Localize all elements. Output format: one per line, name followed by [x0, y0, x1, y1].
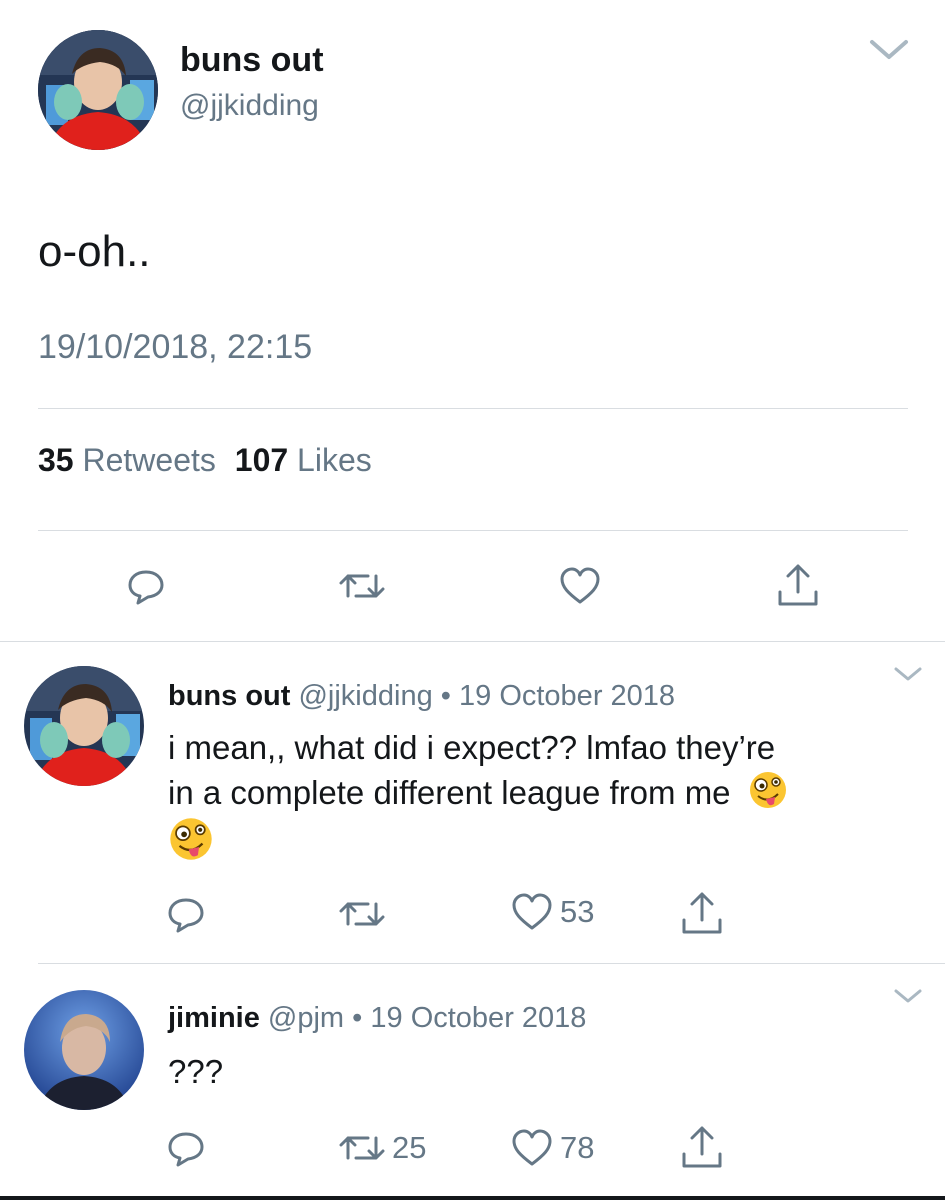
reply-text: ???: [168, 1053, 224, 1090]
like-count: 78: [560, 1130, 595, 1165]
retweet-icon[interactable]: [338, 894, 386, 934]
reply-display-name[interactable]: jiminie: [168, 1002, 260, 1034]
avatar[interactable]: [38, 30, 158, 150]
reply-text-line: in a complete different league from me: [168, 770, 908, 821]
retweet-button[interactable]: 25: [338, 1128, 426, 1168]
reply-header: jiminie @pjm • 19 October 2018: [168, 1000, 586, 1036]
like-button[interactable]: 78: [510, 1128, 594, 1168]
reply-text-line2: in a complete different league from me: [168, 774, 731, 811]
chevron-down-icon[interactable]: [892, 664, 924, 684]
zany-face-emoji: [168, 816, 214, 867]
like-icon: [510, 892, 554, 932]
reply-avatar[interactable]: [24, 990, 144, 1110]
handle[interactable]: @jjkidding: [180, 88, 319, 124]
reply-icon[interactable]: [166, 894, 206, 934]
reply-icon[interactable]: [166, 1128, 206, 1168]
reply-handle[interactable]: @pjm: [268, 1002, 344, 1034]
retweet-icon[interactable]: [338, 566, 386, 606]
retweet-count: 25: [392, 1130, 427, 1165]
reply-display-name[interactable]: buns out: [168, 680, 290, 712]
divider: [38, 530, 908, 531]
likes-count[interactable]: 107: [235, 442, 288, 478]
reply-date[interactable]: 19 October 2018: [459, 680, 675, 712]
bottom-border: [0, 1196, 945, 1200]
like-icon: [510, 1128, 554, 1168]
retweets-count[interactable]: 35: [38, 442, 74, 478]
timestamp: 19/10/2018, 22:15: [38, 328, 313, 366]
share-icon[interactable]: [680, 890, 724, 936]
tweet-text: o-oh..: [38, 227, 151, 276]
avatar-photo: [38, 30, 158, 150]
share-icon[interactable]: [776, 562, 820, 608]
chevron-down-icon[interactable]: [868, 36, 910, 64]
display-name[interactable]: buns out: [180, 40, 324, 80]
reply-text: i mean,, what did i expect?? lmfao they’…: [168, 726, 908, 821]
chevron-down-icon[interactable]: [892, 986, 924, 1006]
retweet-icon: [338, 1128, 386, 1168]
reply-date[interactable]: 19 October 2018: [370, 1002, 586, 1034]
reply-text-line: i mean,, what did i expect?? lmfao they’…: [168, 729, 776, 766]
reply-header: buns out @jjkidding • 19 October 2018: [168, 678, 675, 714]
separator-dot: •: [352, 1002, 363, 1034]
divider: [0, 641, 945, 642]
avatar-photo: [24, 666, 144, 786]
zany-face-emoji: [748, 770, 788, 821]
divider: [38, 408, 908, 409]
reply-avatar[interactable]: [24, 666, 144, 786]
tweet-stats: 35 Retweets 107 Likes: [38, 440, 372, 480]
like-icon[interactable]: [558, 566, 602, 606]
reply-handle[interactable]: @jjkidding: [298, 680, 432, 712]
avatar-photo: [24, 990, 144, 1110]
retweets-label[interactable]: Retweets: [82, 442, 215, 478]
like-button[interactable]: 53: [510, 892, 594, 932]
like-count: 53: [560, 894, 595, 929]
share-icon[interactable]: [680, 1124, 724, 1170]
separator-dot: •: [440, 680, 451, 712]
divider: [38, 963, 945, 964]
likes-label[interactable]: Likes: [297, 442, 372, 478]
reply-icon[interactable]: [126, 566, 166, 606]
